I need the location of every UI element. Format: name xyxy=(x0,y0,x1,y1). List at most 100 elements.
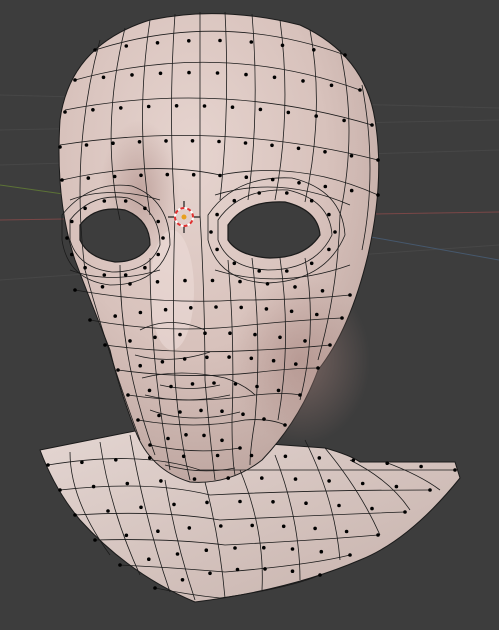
mesh-vertex[interactable] xyxy=(88,318,92,322)
mesh-vertex[interactable] xyxy=(233,382,238,386)
mesh-vertex[interactable] xyxy=(124,533,129,538)
mesh-vertex[interactable] xyxy=(83,206,87,211)
mesh-vertex[interactable] xyxy=(351,458,356,463)
mesh-vertex[interactable] xyxy=(169,384,173,389)
mesh-vertex[interactable] xyxy=(84,143,89,147)
mesh-vertex[interactable] xyxy=(312,48,316,52)
mesh-vertex[interactable] xyxy=(215,71,220,75)
mesh-vertex[interactable] xyxy=(232,261,237,266)
mesh-vertex[interactable] xyxy=(281,524,286,529)
mesh-vertex[interactable] xyxy=(192,477,197,481)
mesh-vertex[interactable] xyxy=(208,571,212,576)
mesh-vertex[interactable] xyxy=(124,44,129,48)
mesh-vertex[interactable] xyxy=(172,502,176,507)
mesh-vertex[interactable] xyxy=(218,173,222,178)
mesh-vertex[interactable] xyxy=(230,105,235,109)
mesh-vertex[interactable] xyxy=(164,139,168,143)
mesh-vertex[interactable] xyxy=(323,184,328,189)
mesh-vertex[interactable] xyxy=(226,476,230,480)
mesh-vertex[interactable] xyxy=(143,206,147,211)
mesh-vertex[interactable] xyxy=(323,150,327,154)
mesh-vertex[interactable] xyxy=(233,546,237,550)
mesh-vertex[interactable] xyxy=(215,247,219,252)
mesh-vertex[interactable] xyxy=(272,75,277,80)
mesh-vertex[interactable] xyxy=(319,549,324,554)
mesh-vertex[interactable] xyxy=(180,578,185,582)
mesh-vertex[interactable] xyxy=(403,510,407,514)
mesh-vertex[interactable] xyxy=(138,310,143,315)
mesh-vertex[interactable] xyxy=(243,141,248,145)
mesh-vertex[interactable] xyxy=(298,393,302,397)
mesh-vertex[interactable] xyxy=(358,88,362,92)
mesh-vertex[interactable] xyxy=(165,172,170,177)
mesh-vertex[interactable] xyxy=(73,78,77,82)
mesh-vertex[interactable] xyxy=(125,481,130,486)
mesh-vertex[interactable] xyxy=(327,212,331,217)
mesh-vertex[interactable] xyxy=(183,278,187,283)
mesh-vertex[interactable] xyxy=(376,533,380,537)
mesh-vertex[interactable] xyxy=(241,412,245,417)
mesh-vertex[interactable] xyxy=(153,335,157,340)
mesh-vertex[interactable] xyxy=(238,499,242,504)
mesh-vertex[interactable] xyxy=(227,355,231,359)
mesh-vertex[interactable] xyxy=(255,384,259,389)
mesh-vertex[interactable] xyxy=(212,381,216,385)
mesh-vertex[interactable] xyxy=(73,288,77,292)
mesh-vertex[interactable] xyxy=(264,307,269,311)
mesh-vertex[interactable] xyxy=(360,481,365,486)
mesh-vertex[interactable] xyxy=(178,332,182,337)
mesh-vertex[interactable] xyxy=(328,343,332,347)
mesh-vertex[interactable] xyxy=(199,408,203,413)
mesh-vertex[interactable] xyxy=(285,269,289,273)
mesh-vertex[interactable] xyxy=(235,567,240,572)
mesh-vertex[interactable] xyxy=(315,312,319,317)
mesh-vertex[interactable] xyxy=(83,265,87,270)
mesh-vertex[interactable] xyxy=(103,343,107,347)
mesh-vertex[interactable] xyxy=(46,463,50,467)
mesh-vertex[interactable] xyxy=(143,265,147,270)
mesh-vertex[interactable] xyxy=(271,500,275,504)
mesh-vertex[interactable] xyxy=(153,586,157,590)
mesh-vertex[interactable] xyxy=(91,484,96,489)
mesh-vertex[interactable] xyxy=(271,358,276,363)
mesh-vertex[interactable] xyxy=(262,545,266,550)
mesh-vertex[interactable] xyxy=(376,158,380,162)
mesh-vertex[interactable] xyxy=(58,488,62,492)
mesh-vertex[interactable] xyxy=(148,456,152,460)
mesh-vertex[interactable] xyxy=(344,529,349,534)
mesh-vertex[interactable] xyxy=(249,356,254,361)
mesh-vertex[interactable] xyxy=(244,72,248,77)
mesh-vertex[interactable] xyxy=(329,83,334,88)
mesh-vertex[interactable] xyxy=(219,524,223,528)
mesh-vertex[interactable] xyxy=(63,110,67,114)
viewport-canvas[interactable] xyxy=(0,0,499,630)
mesh-vertex[interactable] xyxy=(156,529,160,533)
mesh-vertex[interactable] xyxy=(276,388,281,393)
mesh-vertex[interactable] xyxy=(304,501,308,506)
mesh-vertex[interactable] xyxy=(202,433,206,438)
mesh-vertex[interactable] xyxy=(283,454,288,459)
mesh-vertex[interactable] xyxy=(228,331,232,336)
mesh-vertex[interactable] xyxy=(190,139,195,143)
mesh-vertex[interactable] xyxy=(159,479,163,483)
mesh-vertex[interactable] xyxy=(139,173,143,178)
mesh-vertex[interactable] xyxy=(118,563,122,567)
mesh-vertex[interactable] xyxy=(139,505,143,510)
mesh-vertex[interactable] xyxy=(296,146,301,151)
mesh-vertex[interactable] xyxy=(270,143,274,148)
mesh-vertex[interactable] xyxy=(309,261,314,266)
mesh-vertex[interactable] xyxy=(290,569,295,573)
mesh-vertex[interactable] xyxy=(184,433,188,437)
mesh-vertex[interactable] xyxy=(174,104,179,108)
mesh-vertex[interactable] xyxy=(218,38,222,43)
mesh-vertex[interactable] xyxy=(202,104,207,108)
mesh-vertex[interactable] xyxy=(280,43,285,48)
mesh-vertex[interactable] xyxy=(182,357,187,361)
mesh-vertex[interactable] xyxy=(262,417,266,421)
mesh-vertex[interactable] xyxy=(210,278,215,283)
mesh-vertex[interactable] xyxy=(327,247,331,252)
mesh-vertex[interactable] xyxy=(136,418,140,422)
mesh-vertex[interactable] xyxy=(155,41,160,45)
mesh-vertex[interactable] xyxy=(65,236,69,240)
mesh-vertex[interactable] xyxy=(73,513,77,517)
